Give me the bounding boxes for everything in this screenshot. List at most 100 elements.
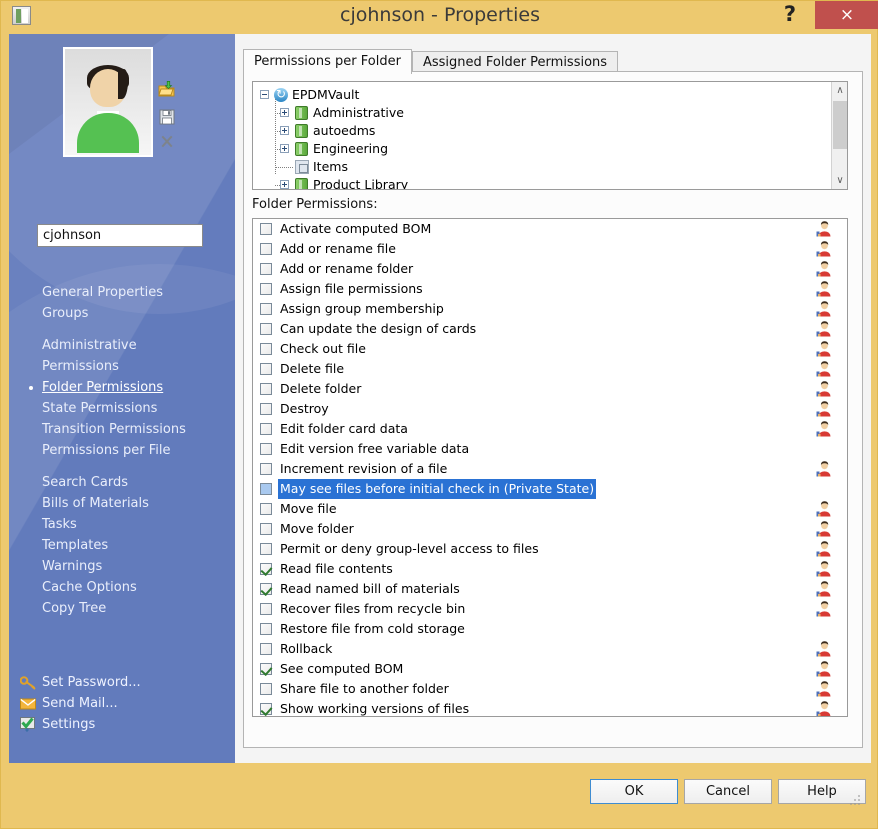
permission-row[interactable]: Add or rename folder [253,259,847,279]
permission-row[interactable]: Delete file [253,359,847,379]
tree-row[interactable]: Items [253,158,847,176]
sidebar-item-warnings[interactable]: Warnings [9,556,235,577]
expand-icon[interactable] [280,144,289,153]
tab-panel: EPDMVault Administrative autoedms [243,71,863,748]
permission-row[interactable]: Permit or deny group-level access to fil… [253,539,847,559]
permission-checkbox[interactable] [260,243,272,255]
scrollbar-thumb[interactable] [833,101,847,149]
user-icon [816,601,833,617]
permission-checkbox[interactable] [260,663,272,675]
permission-row[interactable]: Check out file [253,339,847,359]
ok-button[interactable]: OK [590,779,678,804]
sidebar-item-tasks[interactable]: Tasks [9,514,235,535]
permission-checkbox[interactable] [260,403,272,415]
cancel-button[interactable]: Cancel [684,779,772,804]
permission-checkbox[interactable] [260,583,272,595]
permission-row[interactable]: Recover files from recycle bin [253,599,847,619]
sidebar-item-permissions-per-file[interactable]: Permissions per File [9,440,235,461]
tree-scrollbar[interactable]: ∧ ∨ [831,82,847,189]
delete-image-icon[interactable] [158,133,176,151]
permission-checkbox[interactable] [260,503,272,515]
permission-checkbox[interactable] [260,543,272,555]
permission-row[interactable]: Edit version free variable data [253,439,847,459]
permission-checkbox[interactable] [260,463,272,475]
permission-checkbox[interactable] [260,343,272,355]
sidebar-item-search-cards[interactable]: Search Cards [9,472,235,493]
permission-row[interactable]: Restore file from cold storage [253,619,847,639]
permission-checkbox[interactable] [260,683,272,695]
permission-row[interactable]: Destroy [253,399,847,419]
sidebar-item-general-properties[interactable]: General Properties [9,282,235,303]
expand-icon[interactable] [280,126,289,135]
permission-checkbox[interactable] [260,703,272,715]
permission-row[interactable]: Move file [253,499,847,519]
expand-icon[interactable] [280,180,289,189]
permissions-list[interactable]: Activate computed BOM Add or rename file A… [252,218,848,717]
expand-icon[interactable] [280,108,289,117]
permission-row[interactable]: Add or rename file [253,239,847,259]
permission-checkbox[interactable] [260,483,272,495]
open-image-icon[interactable] [158,81,176,99]
sidebar-item-cache-options[interactable]: Cache Options [9,577,235,598]
send-mail-button[interactable]: Send Mail... [9,693,235,714]
tree-row[interactable]: autoedms [253,122,847,140]
username-input[interactable]: cjohnson [37,224,203,247]
scroll-up-icon[interactable]: ∧ [832,82,847,99]
permission-row[interactable]: Assign file permissions [253,279,847,299]
permission-row[interactable]: Can update the design of cards [253,319,847,339]
set-password-button[interactable]: Set Password... [9,672,235,693]
permission-row[interactable]: Assign group membership [253,299,847,319]
permission-checkbox[interactable] [260,563,272,575]
permission-checkbox[interactable] [260,523,272,535]
resize-grip[interactable] [849,791,861,805]
permission-row[interactable]: Increment revision of a file [253,459,847,479]
sidebar-item-state-permissions[interactable]: State Permissions [9,398,235,419]
permission-checkbox[interactable] [260,363,272,375]
avatar[interactable] [63,47,153,157]
sidebar-item-copy-tree[interactable]: Copy Tree [9,598,235,619]
permission-row[interactable]: See computed BOM [253,659,847,679]
permission-checkbox[interactable] [260,283,272,295]
permission-row[interactable]: Edit folder card data [253,419,847,439]
sidebar-item-administrative-permissions-line2[interactable]: Permissions [9,356,235,377]
permission-row[interactable]: Show working versions of files [253,699,847,716]
collapse-icon[interactable] [260,90,269,99]
sidebar-item-administrative-permissions[interactable]: Administrative [9,335,235,356]
sidebar-item-templates[interactable]: Templates [9,535,235,556]
permission-checkbox[interactable] [260,383,272,395]
permission-row[interactable]: Read file contents [253,559,847,579]
tree-row[interactable]: Engineering [253,140,847,158]
permission-row[interactable]: Activate computed BOM [253,219,847,239]
permission-row[interactable]: Share file to another folder [253,679,847,699]
tree-row[interactable]: EPDMVault [253,85,847,104]
save-image-icon[interactable] [158,108,176,126]
permission-checkbox[interactable] [260,603,272,615]
permission-row[interactable]: Move folder [253,519,847,539]
permission-checkbox[interactable] [260,263,272,275]
permission-checkbox[interactable] [260,423,272,435]
tree-item-label: autoedms [313,123,376,138]
tree-row[interactable]: Product Library [253,176,847,189]
permission-checkbox[interactable] [260,643,272,655]
permission-row[interactable]: Rollback [253,639,847,659]
scroll-down-icon[interactable]: ∨ [832,172,847,189]
permission-row[interactable]: May see files before initial check in (P… [253,479,847,499]
tab-permissions-per-folder[interactable]: Permissions per Folder [243,49,412,74]
sidebar-item-transition-permissions[interactable]: Transition Permissions [9,419,235,440]
sidebar-item-folder-permissions[interactable]: Folder Permissions [9,377,235,398]
permission-checkbox[interactable] [260,623,272,635]
permission-checkbox[interactable] [260,443,272,455]
folder-tree[interactable]: EPDMVault Administrative autoedms [252,81,848,190]
settings-button[interactable]: Settings [9,714,235,735]
permission-row[interactable]: Delete folder [253,379,847,399]
permission-checkbox[interactable] [260,323,272,335]
sidebar-item-groups[interactable]: Groups [9,303,235,324]
permission-checkbox[interactable] [260,303,272,315]
permission-checkbox[interactable] [260,223,272,235]
title-bar: cjohnson - Properties ? × [1,1,878,30]
permission-row[interactable]: Read named bill of materials [253,579,847,599]
sidebar-item-bills-of-materials[interactable]: Bills of Materials [9,493,235,514]
help-titlebar-button[interactable]: ? [770,1,810,30]
close-icon[interactable]: × [815,1,878,29]
tree-row[interactable]: Administrative [253,104,847,122]
